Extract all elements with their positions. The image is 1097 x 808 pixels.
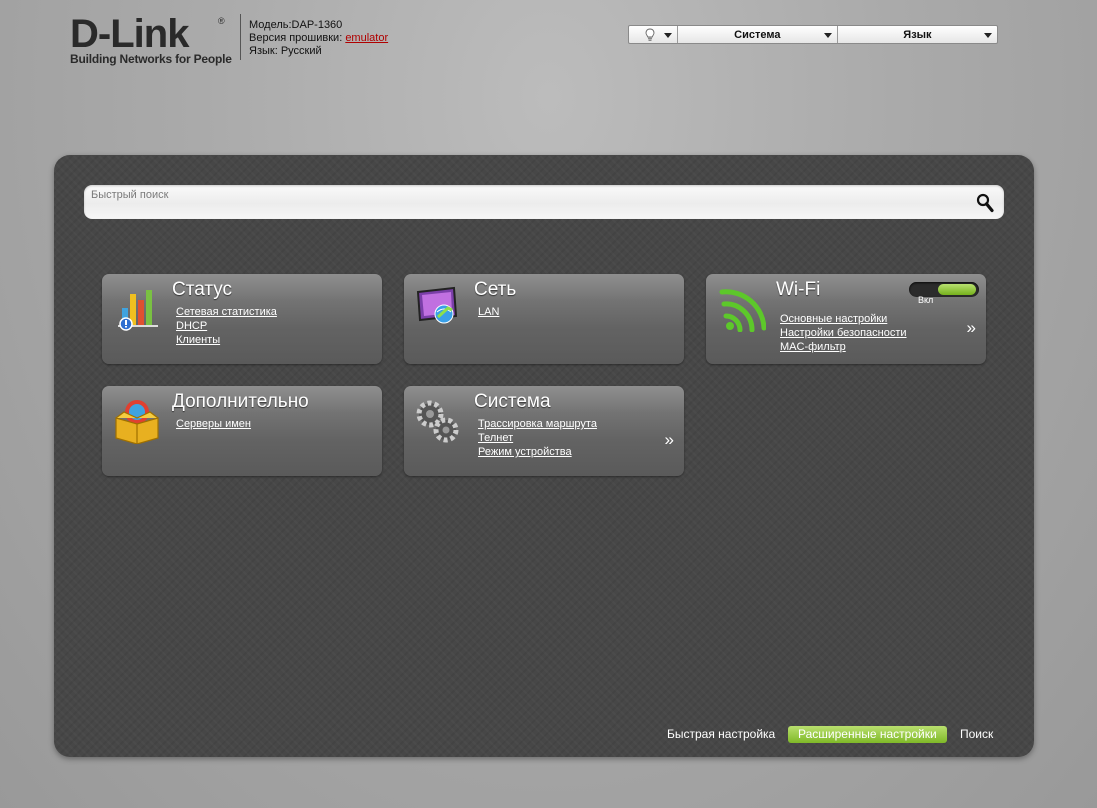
logo-registered-mark: ®	[218, 16, 225, 26]
system-menu[interactable]: Система	[678, 26, 838, 43]
link-security-settings[interactable]: Настройки безопасности	[780, 326, 907, 340]
chevron-down-icon	[983, 33, 992, 38]
wifi-toggle-knob	[938, 284, 976, 295]
wifi-more-button[interactable]: »	[967, 318, 976, 338]
tile-network: Сеть LAN	[404, 274, 684, 364]
hints-menu[interactable]	[629, 26, 678, 43]
quick-search-input[interactable]	[84, 185, 964, 219]
tile-system: Система Трассировка маршрута Телнет Режи…	[404, 386, 684, 476]
magnifier-icon[interactable]	[976, 193, 994, 213]
link-lan[interactable]: LAN	[478, 305, 499, 319]
link-mac-filter[interactable]: MAC-фильтр	[780, 340, 907, 354]
tile-wifi: Wi-Fi Вкл Основные настройки Настройки б…	[706, 274, 986, 364]
search-button[interactable]: Поиск	[960, 726, 993, 743]
tile-system-links: Трассировка маршрута Телнет Режим устрой…	[478, 417, 597, 459]
status-bars-icon	[118, 290, 158, 331]
language-menu-label: Язык	[903, 28, 932, 41]
link-clients[interactable]: Клиенты	[176, 333, 277, 347]
logo-tagline: Building Networks for People	[70, 52, 232, 66]
tile-wifi-links: Основные настройки Настройки безопасност…	[780, 312, 907, 354]
advanced-setup-button[interactable]: Расширенные настройки	[788, 726, 947, 743]
tile-status-title: Статус	[172, 279, 233, 300]
firmware-version: Версия прошивки: emulator	[249, 32, 388, 45]
tile-status: Статус Сетевая статистика DHCP Клиенты	[102, 274, 382, 364]
lightbulb-icon	[645, 28, 655, 41]
interface-language: Язык: Русский	[249, 45, 322, 57]
device-info: Модель:DAP-1360 Версия прошивки: emulato…	[249, 19, 388, 58]
link-name-servers[interactable]: Серверы имен	[176, 417, 251, 431]
wifi-icon	[719, 289, 766, 332]
box-icon	[115, 400, 159, 444]
link-basic-settings[interactable]: Основные настройки	[780, 312, 907, 326]
network-monitor-icon	[416, 286, 458, 324]
tile-advanced-title: Дополнительно	[172, 391, 309, 412]
tile-advanced: Дополнительно Серверы имен	[102, 386, 382, 476]
dlink-logo: D-Link ® Building Networks for People	[70, 12, 232, 66]
logo-wordmark: D-Link	[70, 12, 189, 56]
link-device-mode[interactable]: Режим устройства	[478, 445, 597, 459]
device-model: Модель:DAP-1360	[249, 19, 343, 31]
quick-search-bar	[84, 185, 1004, 219]
gears-icon	[416, 400, 459, 443]
chevron-down-icon	[663, 33, 672, 38]
language-menu[interactable]: Язык	[838, 26, 997, 43]
chevron-down-icon	[823, 33, 832, 38]
quick-setup-button[interactable]: Быстрая настройка	[667, 726, 775, 743]
system-more-button[interactable]: »	[665, 430, 674, 450]
header-divider	[240, 14, 241, 60]
link-traceroute[interactable]: Трассировка маршрута	[478, 417, 597, 431]
tile-wifi-title: Wi-Fi	[776, 279, 821, 300]
system-menu-label: Система	[734, 28, 781, 41]
link-network-statistics[interactable]: Сетевая статистика	[176, 305, 277, 319]
firmware-link[interactable]: emulator	[345, 32, 388, 44]
link-dhcp[interactable]: DHCP	[176, 319, 277, 333]
link-telnet[interactable]: Телнет	[478, 431, 597, 445]
tile-network-links: LAN	[478, 305, 499, 319]
wifi-toggle-label: Вкл	[918, 295, 934, 305]
tile-network-title: Сеть	[474, 279, 517, 300]
firmware-label: Версия прошивки:	[249, 32, 346, 44]
tile-system-title: Система	[474, 391, 551, 412]
top-menu-bar: Система Язык	[628, 25, 998, 44]
tile-advanced-links: Серверы имен	[176, 417, 251, 431]
tile-status-links: Сетевая статистика DHCP Клиенты	[176, 305, 277, 347]
